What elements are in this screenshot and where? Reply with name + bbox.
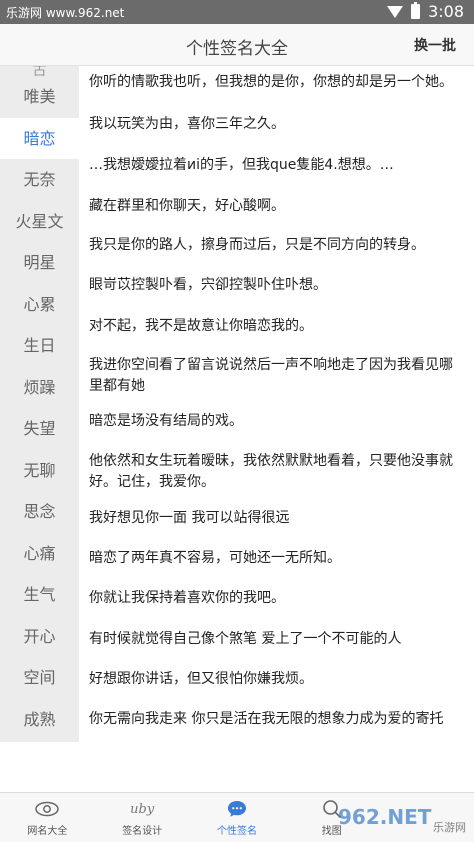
eye-icon: [35, 798, 60, 820]
sidebar-item-chengshu[interactable]: 成熟: [0, 699, 79, 741]
sidebar-item-huoxingwen[interactable]: 火星文: [0, 201, 79, 243]
signature-item[interactable]: 你无需向我走来 你只是活在我无限的想象力成为爱的寄托: [89, 709, 461, 730]
signature-item[interactable]: 你听的情歌我也听，但我想的是你，你想的却是另一个她。: [89, 72, 461, 93]
chat-bubble-icon: [227, 798, 247, 820]
signature-item[interactable]: 眼岢苡控製卟看，宍卻控製卟住卟想。: [89, 275, 461, 296]
refresh-batch-button[interactable]: 换一批: [414, 35, 456, 55]
sidebar-item-xintong[interactable]: 心痛: [0, 533, 79, 575]
sidebar-item-wuliao[interactable]: 无聊: [0, 450, 79, 492]
page-title: 个性签名大全: [186, 39, 288, 59]
signature-item[interactable]: 他依然和女生玩着暧昧，我依然默默地看着，只要他没事就好。记住，我爱你。: [89, 451, 461, 493]
status-bar: 乐游网 www.962.net 3:08: [0, 0, 474, 24]
battery-icon: [411, 2, 421, 19]
sidebar-item-sinian[interactable]: 思念: [0, 491, 79, 533]
watermark-subtext: 乐游网: [433, 821, 466, 834]
status-bar-text: 乐游网 www.962.net: [6, 6, 125, 20]
signature-item[interactable]: 我只是你的路人，擦身而过后，只是不同方向的转身。: [89, 235, 461, 256]
sidebar-item-xinlei[interactable]: 心累: [0, 284, 79, 326]
sidebar-item-kongjian[interactable]: 空间: [0, 657, 79, 699]
tab-signature-design[interactable]: uby 签名设计: [95, 793, 190, 842]
category-sidebar: 古 唯美 暗恋 无奈 火星文 明星 心累 生日 烦躁 失望 无聊 思念 心痛 生…: [0, 66, 79, 742]
status-icons: 3:08: [387, 2, 464, 21]
watermark-text: 962.NET: [338, 805, 432, 829]
sidebar-item-weimei[interactable]: 唯美: [0, 76, 79, 118]
signature-item[interactable]: 有时候就觉得自己像个煞笔 爱上了一个不可能的人: [89, 629, 461, 650]
sidebar-item-partial[interactable]: 古: [0, 66, 79, 76]
sidebar-item-shengqi[interactable]: 生气: [0, 574, 79, 616]
sidebar-item-shengri[interactable]: 生日: [0, 325, 79, 367]
signature-list: 你听的情歌我也听，但我想的是你，你想的却是另一个她。 我以玩笑为由，喜你三年之久…: [79, 66, 474, 742]
tab-label: 签名设计: [122, 826, 163, 837]
sidebar-item-kaixin[interactable]: 开心: [0, 616, 79, 658]
status-time: 3:08: [428, 2, 464, 21]
signature-item[interactable]: …我想嬡嬡拉着иi的手，但我que隻能4.想想。…: [89, 155, 461, 176]
sidebar-item-wunai[interactable]: 无奈: [0, 159, 79, 201]
signature-item[interactable]: 我以玩笑为由，喜你三年之久。: [89, 114, 461, 135]
signature-item[interactable]: 我进你空间看了留言说说然后一声不响地走了因为我看见哪里都有她: [89, 355, 461, 397]
signature-item[interactable]: 藏在群里和你聊天，好心酸啊。: [89, 196, 461, 217]
signature-icon: uby: [130, 801, 155, 817]
signature-item[interactable]: 暗恋是场没有结局的戏。: [89, 411, 461, 432]
tab-label: 网名大全: [27, 826, 68, 837]
tab-label: 个性签名: [216, 826, 257, 837]
wifi-icon: [387, 5, 404, 18]
signature-item[interactable]: 对不起，我不是故意让你暗恋我的。: [89, 316, 461, 337]
title-bar: 个性签名大全 换一批: [0, 24, 474, 66]
sidebar-item-anlian[interactable]: 暗恋: [0, 117, 79, 159]
signature-item[interactable]: 暗恋了两年真不容易，可她还一无所知。: [89, 548, 461, 569]
sidebar-item-fanzao[interactable]: 烦躁: [0, 367, 79, 409]
signature-item[interactable]: 好想跟你讲话，但又很怕你嫌我烦。: [89, 669, 461, 690]
sidebar-item-mingxing[interactable]: 明星: [0, 242, 79, 284]
signature-item[interactable]: 我好想见你一面 我可以站得很远: [89, 508, 461, 529]
watermark-logo: 962.NET 乐游网: [338, 798, 468, 836]
signature-item[interactable]: 你就让我保持着喜欢你的我吧。: [89, 588, 461, 609]
tab-personal-signatures[interactable]: 个性签名: [190, 793, 285, 842]
sidebar-item-shiwang[interactable]: 失望: [0, 408, 79, 450]
tab-nicknames[interactable]: 网名大全: [0, 793, 95, 842]
